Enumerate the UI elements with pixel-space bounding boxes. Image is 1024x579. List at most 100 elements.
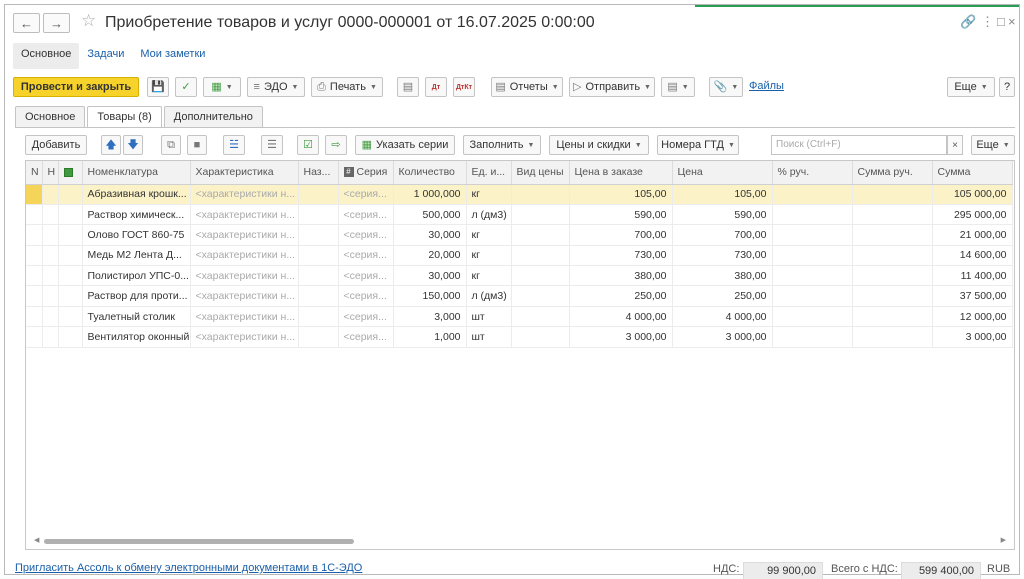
invite-edo-link[interactable]: Пригласить Ассоль к обмену электронными … bbox=[15, 562, 362, 574]
cell-quantity[interactable]: 30,000 bbox=[393, 265, 467, 287]
cell-series[interactable]: <серия... bbox=[338, 224, 394, 246]
cell-order-price[interactable]: 380,00 bbox=[569, 265, 673, 287]
print-button[interactable]: ⎙ Печать ▼ bbox=[311, 77, 383, 97]
cell-characteristic[interactable]: <характеристики н... bbox=[190, 184, 299, 205]
cell-series[interactable]: <серия... bbox=[338, 306, 394, 328]
cell-manual-sum[interactable] bbox=[852, 285, 933, 307]
post-button[interactable]: ✓ bbox=[175, 77, 197, 97]
dt-kt-button[interactable]: Дт bbox=[425, 77, 447, 97]
cell-price[interactable]: 590,00 bbox=[672, 204, 773, 226]
column-header-quantity[interactable]: Количество bbox=[393, 161, 467, 185]
create-based-on-button[interactable]: ▦ ▼ bbox=[203, 77, 241, 97]
cell-quantity[interactable]: 1 000,000 bbox=[393, 184, 467, 205]
cell-sum[interactable]: 105 000,00 bbox=[932, 184, 1013, 205]
cell-manual-percent[interactable] bbox=[772, 265, 853, 287]
table-more-button[interactable]: Еще ▼ bbox=[971, 135, 1015, 155]
select-goods-button[interactable]: ☑ bbox=[297, 135, 319, 155]
cell-characteristic[interactable]: <характеристики н... bbox=[190, 204, 299, 226]
close-icon[interactable]: × bbox=[1008, 14, 1016, 29]
cell-quantity[interactable]: 20,000 bbox=[393, 245, 467, 267]
cell-nomenclature[interactable]: Абразивная крошк... bbox=[82, 184, 191, 205]
link-icon[interactable]: 🔗 bbox=[960, 14, 976, 30]
files-link[interactable]: Файлы bbox=[749, 80, 784, 92]
forward-button[interactable]: → bbox=[43, 13, 70, 33]
table-row[interactable]: Раствор химическ... <характеристики н...… bbox=[26, 204, 1013, 226]
tab-goods[interactable]: Товары (8) bbox=[87, 106, 162, 128]
column-header-price[interactable]: Цена bbox=[672, 161, 773, 185]
cell-price[interactable]: 730,00 bbox=[672, 245, 773, 267]
cell-series[interactable]: <серия... bbox=[338, 265, 394, 287]
table-row[interactable]: Олово ГОСТ 860-75 <характеристики н... <… bbox=[26, 224, 1013, 246]
cell-quantity[interactable]: 1,000 bbox=[393, 326, 467, 348]
nav-main[interactable]: Основное bbox=[13, 43, 80, 69]
cell-nomenclature[interactable]: Туалетный столик bbox=[82, 306, 191, 328]
cell-unit[interactable]: кг bbox=[466, 245, 512, 267]
cell-manual-sum[interactable] bbox=[852, 326, 933, 348]
attach-button[interactable]: 📎 ▼ bbox=[709, 77, 743, 97]
cell-manual-sum[interactable] bbox=[852, 265, 933, 287]
clear-search-button[interactable]: × bbox=[947, 135, 963, 155]
fill-button[interactable]: Заполнить ▼ bbox=[463, 135, 541, 155]
cell-nomenclature[interactable]: Раствор химическ... bbox=[82, 204, 191, 226]
column-header-price-type[interactable]: Вид цены bbox=[511, 161, 570, 185]
cell-order-price[interactable]: 730,00 bbox=[569, 245, 673, 267]
cell-order-price[interactable]: 700,00 bbox=[569, 224, 673, 246]
search-input[interactable]: Поиск (Ctrl+F) bbox=[771, 135, 947, 155]
column-header-h[interactable]: Н bbox=[42, 161, 59, 185]
column-header-series[interactable]: # Серия bbox=[338, 161, 394, 185]
cell-order-price[interactable]: 3 000,00 bbox=[569, 326, 673, 348]
cell-price[interactable]: 4 000,00 bbox=[672, 306, 773, 328]
column-header-unit[interactable]: Ед. и... bbox=[466, 161, 512, 185]
cell-quantity[interactable]: 3,000 bbox=[393, 306, 467, 328]
favorite-star-icon[interactable]: ☆ bbox=[81, 11, 96, 31]
scroll-right-icon[interactable]: ▶ bbox=[1001, 536, 1006, 544]
cell-quantity[interactable]: 30,000 bbox=[393, 224, 467, 246]
cell-price[interactable]: 3 000,00 bbox=[672, 326, 773, 348]
column-header-characteristic[interactable]: Характеристика bbox=[190, 161, 299, 185]
barcode-button[interactable]: ☰ bbox=[261, 135, 283, 155]
document-actions-button[interactable]: ▤ ▼ bbox=[661, 77, 695, 97]
cell-price[interactable]: 250,00 bbox=[672, 285, 773, 307]
cell-price-type[interactable] bbox=[511, 204, 570, 226]
cell-manual-sum[interactable] bbox=[852, 245, 933, 267]
cell-order-price[interactable]: 590,00 bbox=[569, 204, 673, 226]
tab-main[interactable]: Основное bbox=[15, 106, 86, 128]
edo-button[interactable]: ≡ ЭДО ▼ bbox=[247, 77, 305, 97]
cell-characteristic[interactable]: <характеристики н... bbox=[190, 326, 299, 348]
table-row[interactable]: Туалетный столик <характеристики н... <с… bbox=[26, 306, 1013, 328]
cell-manual-percent[interactable] bbox=[772, 204, 853, 226]
cell-manual-sum[interactable] bbox=[852, 204, 933, 226]
cell-series[interactable]: <серия... bbox=[338, 285, 394, 307]
cell-manual-sum[interactable] bbox=[852, 306, 933, 328]
cell-manual-sum[interactable] bbox=[852, 224, 933, 246]
cell-series[interactable]: <серия... bbox=[338, 184, 394, 205]
cell-price-type[interactable] bbox=[511, 326, 570, 348]
cell-price-type[interactable] bbox=[511, 285, 570, 307]
cell-sum[interactable]: 12 000,00 bbox=[932, 306, 1013, 328]
horizontal-scrollbar[interactable]: ◀ ▶ bbox=[34, 536, 1006, 545]
cell-characteristic[interactable]: <характеристики н... bbox=[190, 224, 299, 246]
tab-additional[interactable]: Дополнительно bbox=[163, 106, 263, 128]
cell-nomenclature[interactable]: Олово ГОСТ 860-75 bbox=[82, 224, 191, 246]
cell-characteristic[interactable]: <характеристики н... bbox=[190, 265, 299, 287]
post-and-close-button[interactable]: Провести и закрыть bbox=[13, 77, 139, 97]
move-down-button[interactable]: 🡇 bbox=[123, 135, 143, 155]
cell-manual-percent[interactable] bbox=[772, 306, 853, 328]
cell-purpose[interactable] bbox=[298, 184, 339, 205]
more-button[interactable]: Еще ▼ bbox=[947, 77, 995, 97]
cell-price-type[interactable] bbox=[511, 306, 570, 328]
import-button[interactable]: ⇨ bbox=[325, 135, 347, 155]
goods-table[interactable]: N Н Номенклатура Характеристика Наз... #… bbox=[25, 160, 1015, 550]
cell-unit[interactable]: кг bbox=[466, 184, 512, 205]
move-up-button[interactable]: 🡅 bbox=[101, 135, 121, 155]
cell-quantity[interactable]: 150,000 bbox=[393, 285, 467, 307]
help-button[interactable]: ? bbox=[999, 77, 1015, 97]
table-row[interactable]: Вентилятор оконный <характеристики н... … bbox=[26, 326, 1013, 348]
table-row[interactable]: Раствор для проти... <характеристики н..… bbox=[26, 285, 1013, 307]
cell-manual-sum[interactable] bbox=[852, 184, 933, 205]
cell-manual-percent[interactable] bbox=[772, 245, 853, 267]
cell-order-price[interactable]: 105,00 bbox=[569, 184, 673, 205]
structure-button[interactable]: ☱ bbox=[223, 135, 245, 155]
cell-sum[interactable]: 37 500,00 bbox=[932, 285, 1013, 307]
cell-price-type[interactable] bbox=[511, 265, 570, 287]
